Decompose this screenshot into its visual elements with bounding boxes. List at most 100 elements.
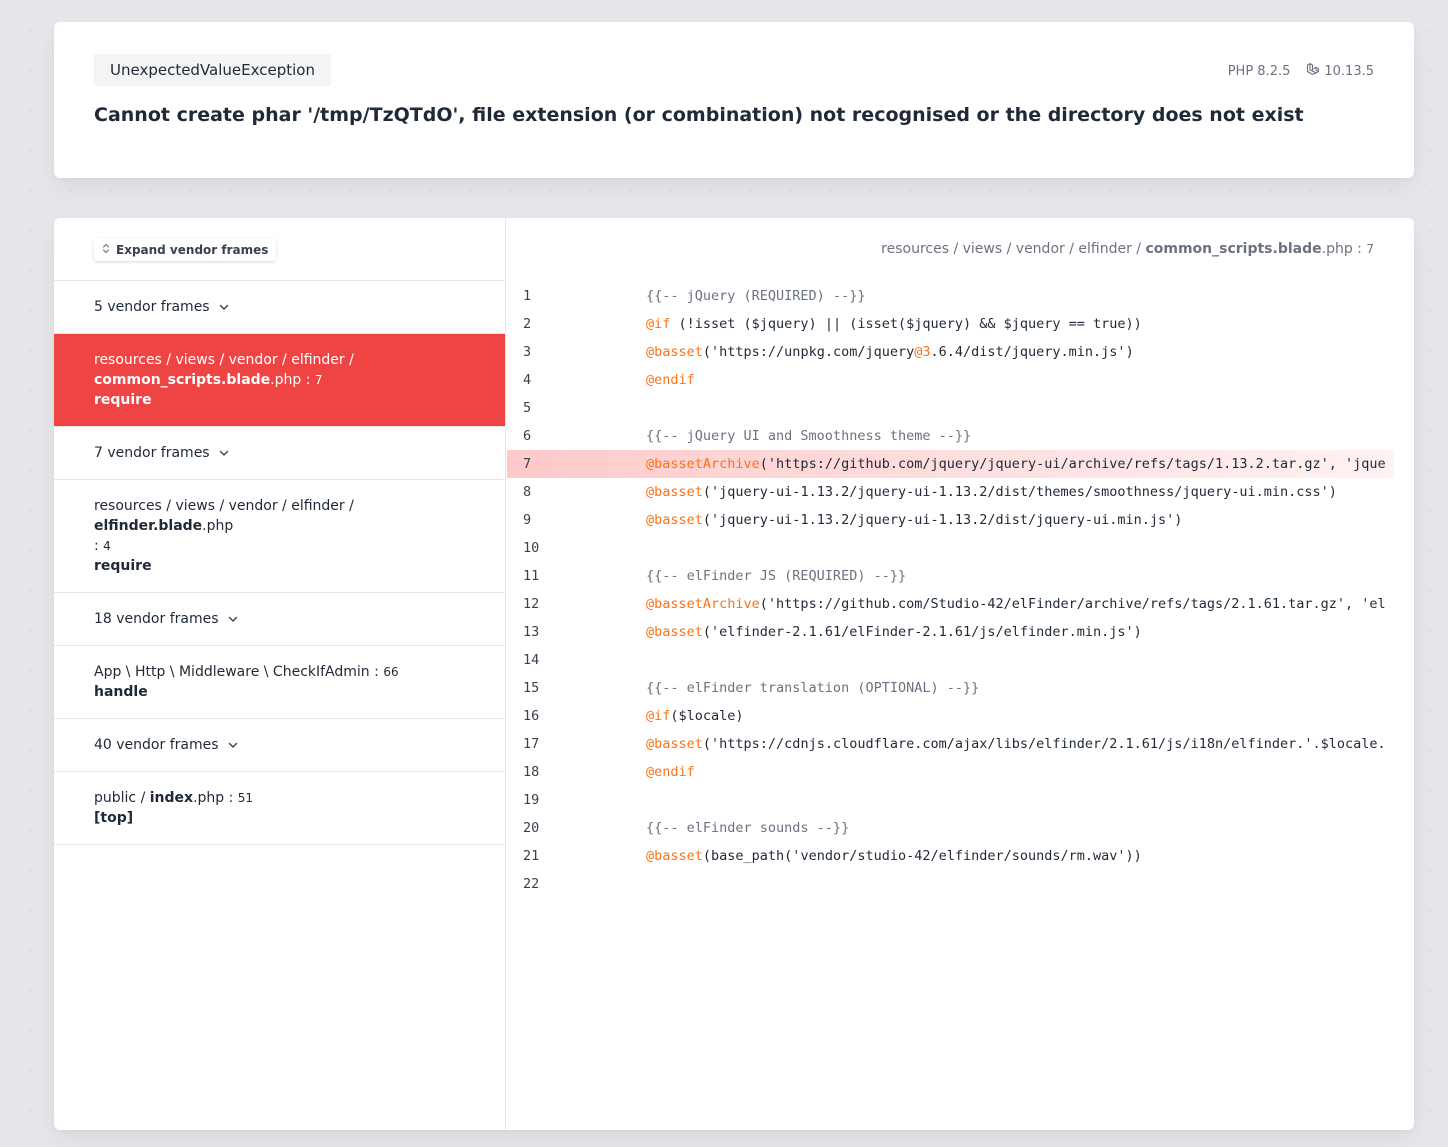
line-number: 19 <box>523 792 540 808</box>
line-number: 14 <box>523 652 540 668</box>
code-line: 21 @basset(base_path('vendor/studio-42/el… <box>507 842 1394 870</box>
frame-dir: resources / views / vendor / elfinder / <box>94 498 354 514</box>
code-text: @basset(base_path('vendor/studio-42/elfi… <box>556 842 1394 870</box>
line-number: 18 <box>523 764 540 780</box>
vendor-frames-group[interactable]: 7 vendor frames <box>54 427 505 480</box>
line-number: 2 <box>523 316 532 332</box>
code-line: 22 <box>507 870 1394 898</box>
line-number: 17 <box>523 736 540 752</box>
frame-file: elfinder.blade <box>94 518 203 534</box>
laravel-version-wrap: 10.13.5 <box>1306 62 1374 80</box>
code-directive: @basset <box>646 344 703 360</box>
code-directive: @bassetArchive <box>646 456 760 472</box>
frame-line: 66 <box>383 665 399 679</box>
vendor-frames-label: 5 vendor frames <box>94 299 210 315</box>
vendor-frames-label: 7 vendor frames <box>94 445 210 461</box>
code-line: 2 @if (!isset ($jquery) || (isset($jquery… <box>507 310 1394 338</box>
frame-file: index <box>149 790 194 806</box>
frame-dir: resources / views / vendor / elfinder / <box>94 352 354 368</box>
code-path-dir: resources / views / vendor / elfinder / <box>881 241 1146 257</box>
frame-function: handle <box>94 684 148 700</box>
code-directive: @basset <box>646 484 703 500</box>
code-text: {{-- elFinder translation (OPTIONAL) --}… <box>556 674 1394 702</box>
frame-dir: App \ Http \ Middleware \ CheckIfAdmin <box>94 664 370 680</box>
frame-function: [top] <box>94 810 134 826</box>
code-text: @endif <box>556 758 1394 786</box>
app-frame[interactable]: resources / views / vendor / elfinder / … <box>54 480 505 593</box>
expand-vendor-frames-label: Expand vendor frames <box>116 242 269 257</box>
frame-ext: .php <box>270 372 302 388</box>
line-number: 12 <box>523 596 540 612</box>
vendor-frames-group[interactable]: 5 vendor frames <box>54 281 505 334</box>
code-token: ('elfinder-2.1.61/elFinder-2.1.61/js/elf… <box>702 624 1142 640</box>
code-text: {{-- elFinder sounds --}} <box>556 814 1394 842</box>
code-line: 19 <box>507 786 1394 814</box>
code-token: ('https://github.com/jquery/jquery-ui/ar… <box>759 456 1386 472</box>
frame-function: require <box>94 558 152 574</box>
code-line: 3 @basset('https://unpkg.com/jquery@3.6.4… <box>507 338 1394 366</box>
code-directive: @basset <box>646 848 703 864</box>
app-frame-active[interactable]: resources / views / vendor / elfinder / … <box>54 334 505 427</box>
code-directive: @3 <box>914 344 931 360</box>
frame-line: 51 <box>237 791 254 805</box>
code-line: 14 <box>507 646 1394 674</box>
code-token: ('jquery-ui-1.13.2/jquery-ui-1.13.2/dist… <box>702 484 1337 500</box>
code-text: @if($locale) <box>556 702 1394 730</box>
line-number: 10 <box>523 540 540 556</box>
line-number: 22 <box>523 876 540 892</box>
vendor-frames-group[interactable]: 40 vendor frames <box>54 719 505 772</box>
line-number: 21 <box>523 848 540 864</box>
app-frame[interactable]: App \ Http \ Middleware \ CheckIfAdmin :… <box>54 646 505 719</box>
line-number: 6 <box>523 428 532 444</box>
code-comment: {{-- jQuery UI and Smoothness theme --}} <box>646 428 972 444</box>
code-comment: {{-- jQuery (REQUIRED) --}} <box>646 288 866 304</box>
expand-vendor-frames-button[interactable]: Expand vendor frames <box>94 238 277 261</box>
code-token: ('https://unpkg.com/jquery <box>702 344 915 360</box>
code-token: (!isset ($jquery) || (isset($jquery) && … <box>670 316 1142 332</box>
version-info: PHP 8.2.5 10.13.5 <box>1228 62 1374 80</box>
code-panel: resources / views / vendor / elfinder / … <box>507 218 1414 1130</box>
code-line: 17 @basset('https://cdnjs.cloudflare.com/… <box>507 730 1394 758</box>
code-text: @basset('https://unpkg.com/jquery@3.6.4/… <box>556 338 1394 366</box>
code-text: @basset('https://cdnjs.cloudflare.com/aj… <box>556 730 1394 758</box>
frame-sep: : <box>301 372 315 388</box>
code-text: {{-- jQuery (REQUIRED) --}} <box>556 282 1394 310</box>
frame-dir: public / <box>94 790 150 806</box>
line-number: 20 <box>523 820 540 836</box>
code-text: {{-- elFinder JS (REQUIRED) --}} <box>556 562 1394 590</box>
stack-trace-card: Expand vendor frames 5 vendor frames res… <box>54 218 1414 1130</box>
code-token: ('https://github.com/Studio-42/elFinder/… <box>759 596 1386 612</box>
vendor-frames-group[interactable]: 18 vendor frames <box>54 593 505 646</box>
frame-path: public / index.php : 51 <box>94 788 465 808</box>
code-text: @bassetArchive('https://github.com/jquer… <box>556 450 1394 478</box>
chevron-down-icon <box>227 739 239 751</box>
code-directive: @endif <box>646 372 695 388</box>
line-number: 11 <box>523 568 540 584</box>
code-directive: @bassetArchive <box>646 596 760 612</box>
chevron-down-icon <box>218 447 230 459</box>
code-comment: {{-- elFinder translation (OPTIONAL) --}… <box>646 680 980 696</box>
frame-function: require <box>94 392 152 408</box>
code-text: @bassetArchive('https://github.com/Studi… <box>556 590 1394 618</box>
code-token: ($locale) <box>670 708 744 724</box>
code-comment: {{-- elFinder sounds --}} <box>646 820 850 836</box>
code-line: 13 @basset('elfinder-2.1.61/elFinder-2.1.… <box>507 618 1394 646</box>
code-text: @basset('jquery-ui-1.13.2/jquery-ui-1.13… <box>556 478 1394 506</box>
code-text: @basset('jquery-ui-1.13.2/jquery-ui-1.13… <box>556 506 1394 534</box>
frames-panel: Expand vendor frames 5 vendor frames res… <box>54 218 506 1130</box>
chevron-down-icon <box>218 301 230 313</box>
vendor-frames-label: 40 vendor frames <box>94 737 219 753</box>
line-number: 15 <box>523 680 540 696</box>
code-line: 6 {{-- jQuery UI and Smoothness theme --}… <box>507 422 1394 450</box>
frame-ext: .php <box>202 518 234 534</box>
exception-message: Cannot create phar '/tmp/TzQTdO', file e… <box>94 104 1304 126</box>
line-number: 1 <box>523 288 532 304</box>
frame-file: common_scripts.blade <box>94 372 271 388</box>
app-frame[interactable]: public / index.php : 51 [top] <box>54 772 505 845</box>
code-text: @endif <box>556 366 1394 394</box>
frame-sep: : <box>94 538 104 554</box>
code-token: .6.4/dist/jquery.min.js') <box>930 344 1134 360</box>
line-number: 9 <box>523 512 532 528</box>
line-number: 5 <box>523 400 532 416</box>
